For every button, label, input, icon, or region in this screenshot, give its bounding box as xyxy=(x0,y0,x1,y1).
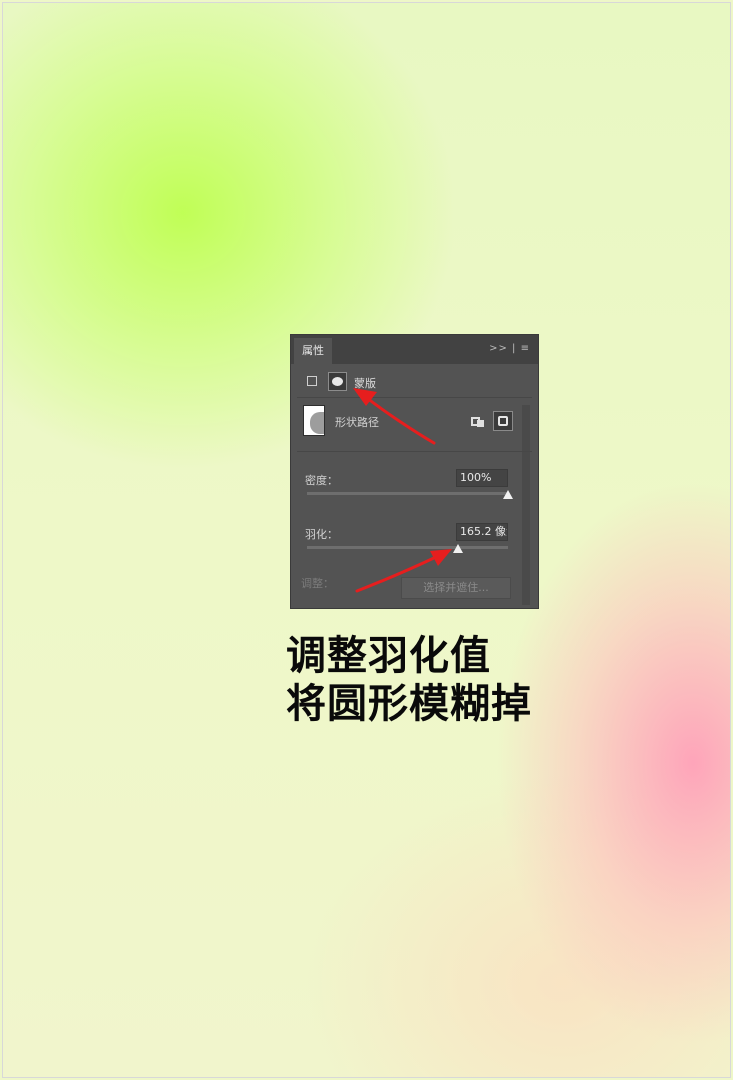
mask-label: 蒙版 xyxy=(354,377,376,390)
mask-thumbnail xyxy=(303,405,325,436)
divider xyxy=(297,397,532,398)
apply-mask-icon[interactable] xyxy=(493,411,513,431)
density-slider[interactable] xyxy=(307,492,508,495)
feather-slider-handle[interactable] xyxy=(452,544,463,553)
tab-properties[interactable]: 属性 xyxy=(294,338,332,364)
density-label: 密度： xyxy=(305,474,338,487)
feather-input[interactable]: 165.2 像素 xyxy=(456,523,508,541)
properties-panel: 属性 >> | ≡ 蒙版 形状路径 密度： 100% 羽化： 165.2 像素 … xyxy=(290,334,539,609)
feather-slider[interactable] xyxy=(307,546,508,549)
feather-label: 羽化： xyxy=(305,528,338,541)
vector-mask-icon[interactable] xyxy=(328,372,347,391)
panel-tab-bar: 属性 >> | ≡ xyxy=(291,335,538,364)
shape-path-label: 形状路径 xyxy=(335,416,379,429)
pixel-mask-icon[interactable] xyxy=(307,376,317,386)
density-slider-handle[interactable] xyxy=(503,490,513,499)
tutorial-caption: 调整羽化值 将圆形模糊掉 xyxy=(286,632,532,728)
divider xyxy=(297,451,532,452)
mask-mode-row: 蒙版 xyxy=(291,371,538,393)
caption-line-1: 调整羽化值 xyxy=(286,633,491,679)
density-input[interactable]: 100% xyxy=(456,469,508,487)
panel-menu-icon[interactable]: >> | ≡ xyxy=(489,343,530,354)
select-and-mask-button[interactable]: 选择并遮住... xyxy=(401,577,511,599)
load-selection-icon[interactable] xyxy=(471,415,485,428)
adjust-label: 调整： xyxy=(301,577,334,590)
panel-scrollbar[interactable] xyxy=(522,405,530,605)
caption-line-2: 将圆形模糊掉 xyxy=(286,681,532,727)
